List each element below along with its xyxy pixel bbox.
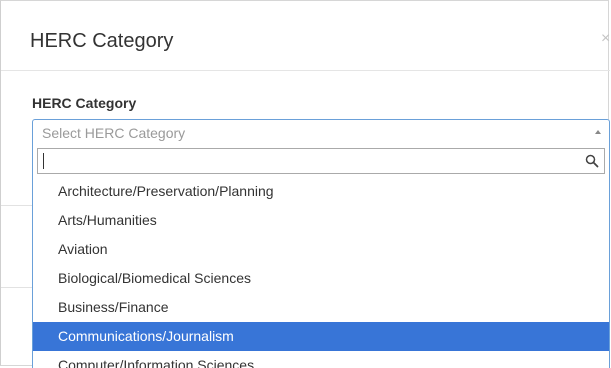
dropdown-option[interactable]: Computer/Information Sciences: [33, 351, 609, 368]
dropdown-option[interactable]: Aviation: [33, 235, 609, 264]
dropdown-option[interactable]: Communications/Journalism: [33, 322, 609, 351]
option-list: Architecture/Preservation/Planning Arts/H…: [33, 177, 609, 368]
dropdown-search[interactable]: [37, 148, 605, 174]
modal-title: HERC Category: [30, 30, 174, 52]
page-canvas: HERC Category × HERC Category Select HER…: [0, 0, 611, 368]
modal-dialog: HERC Category × HERC Category Select HER…: [0, 0, 610, 368]
dropdown-option[interactable]: Arts/Humanities: [33, 206, 609, 235]
dropdown-panel: Architecture/Preservation/Planning Arts/H…: [32, 146, 610, 368]
dropdown-option[interactable]: Business/Finance: [33, 293, 609, 322]
search-icon: [585, 154, 599, 168]
herc-category-select[interactable]: Select HERC Category: [32, 119, 610, 147]
chevron-up-icon: [595, 130, 601, 134]
dropdown-option[interactable]: Architecture/Preservation/Planning: [33, 177, 609, 206]
text-cursor: [43, 153, 44, 169]
field-label: HERC Category: [32, 95, 137, 111]
select-placeholder: Select HERC Category: [42, 125, 186, 141]
dropdown-option[interactable]: Biological/Biomedical Sciences: [33, 264, 609, 293]
close-icon[interactable]: ×: [601, 29, 611, 49]
search-input[interactable]: [38, 149, 578, 173]
modal-header: HERC Category ×: [1, 1, 610, 71]
